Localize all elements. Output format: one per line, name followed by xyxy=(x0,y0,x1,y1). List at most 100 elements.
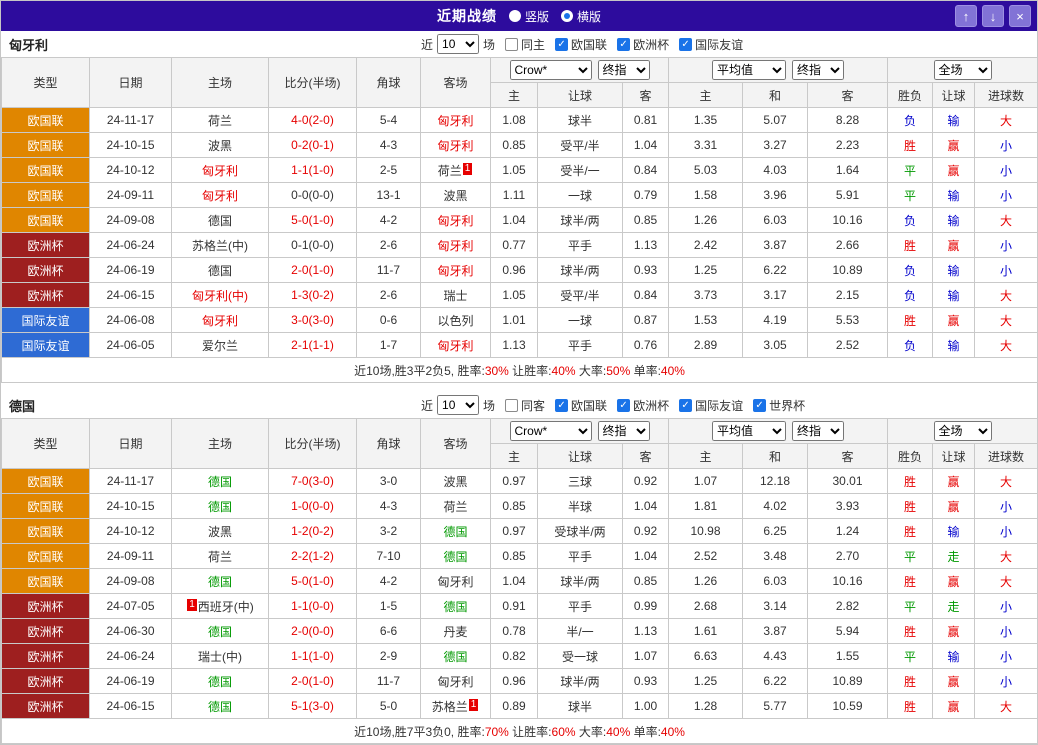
avg-sub-header-2: 客 xyxy=(808,83,888,108)
odds-home: 1.05 xyxy=(491,283,538,308)
avg-home: 2.89 xyxy=(669,333,743,358)
filter-checkbox[interactable]: 国际友谊 xyxy=(679,36,743,53)
avg-away: 1.64 xyxy=(808,158,888,183)
result-handicap: 赢 xyxy=(933,494,975,519)
match-date: 24-09-08 xyxy=(90,569,172,594)
home-team-cell: 荷兰 xyxy=(172,544,269,569)
corners: 1-7 xyxy=(357,333,421,358)
col-home-header: 主场 xyxy=(172,58,269,108)
score: 5-0(1-0) xyxy=(269,569,357,594)
odds-sub-header-2: 客 xyxy=(623,83,669,108)
result-handicap: 赢 xyxy=(933,569,975,594)
recent-count-select[interactable]: 10 xyxy=(437,34,479,54)
avg-draw: 3.17 xyxy=(743,283,808,308)
filter-checkbox[interactable]: 欧洲杯 xyxy=(617,36,669,53)
odds-home: 0.85 xyxy=(491,494,538,519)
result-sub-header-0: 胜负 xyxy=(888,83,933,108)
league-badge: 欧洲杯 xyxy=(2,283,90,308)
odds-away: 0.93 xyxy=(623,669,669,694)
fulltime-select[interactable]: 全场 xyxy=(934,60,992,80)
result-goals: 大 xyxy=(975,283,1038,308)
bookmaker-select[interactable]: Crow* xyxy=(510,421,592,441)
average-select[interactable]: 平均值 xyxy=(712,421,786,441)
away-team-name: 匈牙利 xyxy=(437,139,473,153)
odds-home: 1.11 xyxy=(491,183,538,208)
move-up-button[interactable]: ↑ xyxy=(955,5,977,27)
home-team-cell: 波黑 xyxy=(172,133,269,158)
recent-count-select[interactable]: 10 xyxy=(437,395,479,415)
average-index-select[interactable]: 终指 xyxy=(792,60,844,80)
summary-segment: 大率: xyxy=(576,364,607,378)
league-badge: 欧洲杯 xyxy=(2,644,90,669)
move-down-button[interactable]: ↓ xyxy=(982,5,1004,27)
summary-row: 近10场,胜7平3负0, 胜率:70% 让胜率:60% 大率:40% 单率:40… xyxy=(2,719,1038,744)
corners: 4-2 xyxy=(357,208,421,233)
avg-draw: 12.18 xyxy=(743,469,808,494)
odds-sub-header-0: 主 xyxy=(491,444,538,469)
match-date: 24-06-24 xyxy=(90,644,172,669)
match-row: 欧国联24-10-15德国1-0(0-0)4-3荷兰0.85半球1.041.81… xyxy=(2,494,1038,519)
corners: 2-6 xyxy=(357,233,421,258)
filter-checkbox[interactable]: 同客 xyxy=(505,397,545,414)
recent-label-prefix: 近 xyxy=(421,36,433,53)
result-outcome: 平 xyxy=(888,183,933,208)
match-row: 欧国联24-10-12匈牙利1-1(1-0)2-5荷兰11.05受半/一0.84… xyxy=(2,158,1038,183)
result-goals: 大 xyxy=(975,544,1038,569)
odds-index-select[interactable]: 终指 xyxy=(598,60,650,80)
odds-away: 0.87 xyxy=(623,308,669,333)
odds-handicap: 平手 xyxy=(538,594,623,619)
filter-checkbox[interactable]: 欧洲杯 xyxy=(617,397,669,414)
odds-away: 0.79 xyxy=(623,183,669,208)
result-outcome: 胜 xyxy=(888,619,933,644)
avg-away: 10.16 xyxy=(808,569,888,594)
odds-handicap: 球半 xyxy=(538,694,623,719)
result-goals: 小 xyxy=(975,644,1038,669)
average-select[interactable]: 平均值 xyxy=(712,60,786,80)
bookmaker-select[interactable]: Crow* xyxy=(510,60,592,80)
fulltime-select[interactable]: 全场 xyxy=(934,421,992,441)
filter-checkbox[interactable]: 欧国联 xyxy=(555,397,607,414)
checkbox-icon xyxy=(505,38,518,51)
home-team-name: 波黑 xyxy=(208,525,232,539)
avg-away: 5.91 xyxy=(808,183,888,208)
home-team-name: 荷兰 xyxy=(208,114,232,128)
layout-option-vertical[interactable]: 竖版 xyxy=(509,8,549,25)
odds-handicap: 受球半/两 xyxy=(538,519,623,544)
away-team-cell: 匈牙利 xyxy=(421,133,491,158)
odds-away: 0.84 xyxy=(623,283,669,308)
home-team-cell: 匈牙利 xyxy=(172,158,269,183)
avg-draw: 6.22 xyxy=(743,258,808,283)
avg-home: 2.52 xyxy=(669,544,743,569)
odds-index-select[interactable]: 终指 xyxy=(598,421,650,441)
filter-checkbox[interactable]: 世界杯 xyxy=(753,397,805,414)
result-goals: 小 xyxy=(975,519,1038,544)
result-goals: 大 xyxy=(975,208,1038,233)
filter-checkbox[interactable]: 欧国联 xyxy=(555,36,607,53)
filter-checkbox[interactable]: 同主 xyxy=(505,36,545,53)
league-badge: 欧洲杯 xyxy=(2,233,90,258)
col-home-header: 主场 xyxy=(172,419,269,469)
titlebar-buttons: ↑ ↓ × xyxy=(955,5,1031,27)
odds-home: 0.97 xyxy=(491,519,538,544)
result-handicap: 赢 xyxy=(933,158,975,183)
result-outcome: 负 xyxy=(888,333,933,358)
result-outcome: 胜 xyxy=(888,469,933,494)
odds-handicap: 平手 xyxy=(538,333,623,358)
away-team-name: 以色列 xyxy=(437,314,473,328)
avg-away: 8.28 xyxy=(808,108,888,133)
match-row: 欧洲杯24-06-15德国5-1(3-0)5-0苏格兰10.89球半1.001.… xyxy=(2,694,1038,719)
layout-option-horizontal[interactable]: 横版 xyxy=(561,8,601,25)
checkbox-icon xyxy=(753,399,766,412)
col-date-header: 日期 xyxy=(90,419,172,469)
home-team-cell: 苏格兰(中) xyxy=(172,233,269,258)
avg-home: 1.28 xyxy=(669,694,743,719)
score: 2-2(1-2) xyxy=(269,544,357,569)
odds-home: 0.85 xyxy=(491,544,538,569)
filter-checkbox[interactable]: 国际友谊 xyxy=(679,397,743,414)
close-button[interactable]: × xyxy=(1009,5,1031,27)
average-index-select[interactable]: 终指 xyxy=(792,421,844,441)
result-handicap: 走 xyxy=(933,544,975,569)
odds-away: 1.13 xyxy=(623,233,669,258)
home-team-name: 德国 xyxy=(208,675,232,689)
avg-home: 1.25 xyxy=(669,258,743,283)
